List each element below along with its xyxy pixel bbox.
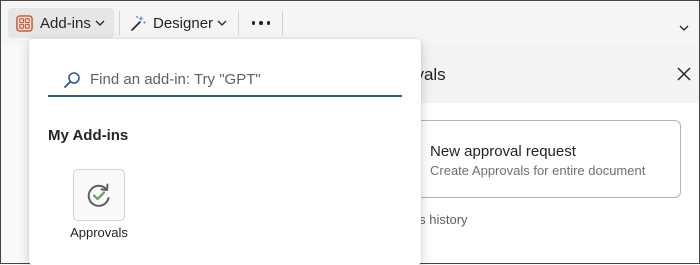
my-add-ins-heading: My Add-ins <box>48 127 129 144</box>
toolbar-divider <box>282 11 283 35</box>
add-ins-label: Add-ins <box>40 14 91 32</box>
more-options-button[interactable] <box>245 8 277 38</box>
designer-label: Designer <box>153 14 214 32</box>
designer-button[interactable]: Designer <box>127 8 233 38</box>
approvals-task-pane: ovals New approval request Create Approv… <box>401 45 699 263</box>
chevron-down-icon <box>95 20 105 26</box>
add-ins-flyout: My Add-ins Approvals <box>29 39 421 265</box>
approvals-add-in-label[interactable]: Approvals <box>59 225 139 240</box>
approvals-refresh-check-icon <box>87 183 110 207</box>
magic-wand-icon <box>131 16 146 31</box>
card-title: New approval request <box>430 143 576 160</box>
app-window: Add-ins Designer ovals New approval requ… <box>0 0 700 265</box>
pane-header: ovals <box>401 45 699 103</box>
new-approval-request-card[interactable]: New approval request Create Approvals fo… <box>411 120 681 198</box>
card-subtitle: Create Approvals for entire document <box>430 163 646 178</box>
more-dots-icon <box>251 21 271 25</box>
toolbar-divider <box>119 11 120 35</box>
close-icon[interactable] <box>677 67 691 81</box>
ribbon-expand-chevron-icon[interactable] <box>679 23 689 33</box>
approvals-add-in-tile[interactable] <box>73 169 125 221</box>
toolbar-divider <box>238 11 239 35</box>
search-icon <box>64 72 80 88</box>
add-in-search-input[interactable] <box>90 67 390 91</box>
add-ins-button[interactable]: Add-ins <box>8 8 114 38</box>
chevron-down-icon <box>217 20 227 26</box>
add-in-search-box <box>48 65 402 97</box>
apps-grid-icon <box>16 14 33 32</box>
